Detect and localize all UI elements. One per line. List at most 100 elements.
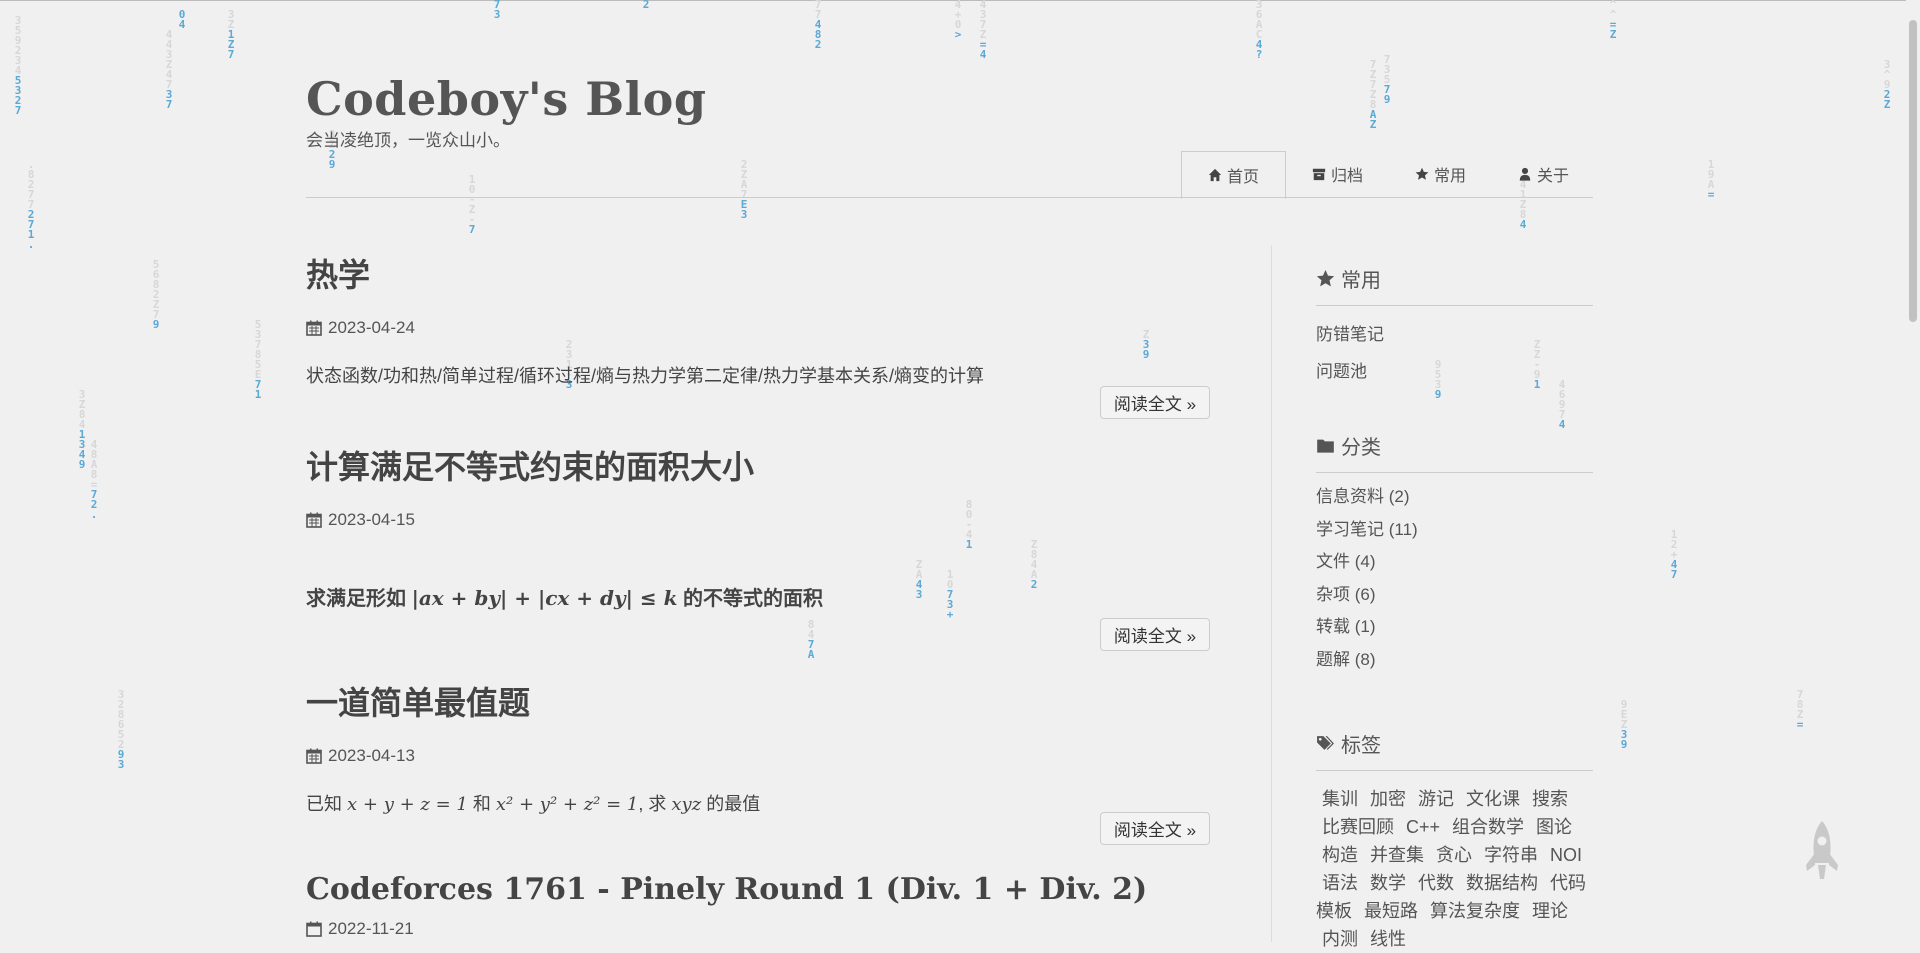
sidebar-divider bbox=[1271, 245, 1272, 942]
category-list: 信息资料 (2) 学习笔记 (11) 文件 (4) 杂项 (6) 转载 (1) … bbox=[1316, 481, 1593, 676]
calendar-icon bbox=[306, 921, 322, 937]
home-icon bbox=[1208, 168, 1222, 182]
tag-link[interactable]: 并查集 bbox=[1370, 845, 1424, 865]
rain-column: 4 8 A 8 = 7 2. bbox=[90, 438, 98, 521]
nav-archive[interactable]: 归档 bbox=[1286, 151, 1389, 197]
tag-link[interactable]: C++ bbox=[1406, 817, 1440, 837]
rain-column: 1 2 +4 7 bbox=[1670, 528, 1678, 581]
site-title[interactable]: Codeboy's Blog bbox=[306, 72, 707, 126]
rain-column: .8277271. bbox=[27, 158, 35, 251]
widget-title: 常用 bbox=[1316, 264, 1593, 306]
tag-link[interactable]: 图论 bbox=[1536, 817, 1572, 837]
post-title[interactable]: 计算满足不等式约束的面积大小 bbox=[306, 442, 1210, 488]
tag-link[interactable]: 算法复杂度 bbox=[1430, 901, 1520, 921]
rain-column: ^ ^ = Z bbox=[1609, 0, 1617, 41]
summary-text: 求满足形如 bbox=[306, 588, 406, 610]
post-date: 2023-04-24 bbox=[306, 318, 1210, 338]
calendar-icon bbox=[306, 748, 322, 764]
post-item: 热学 2023-04-24 状态函数/功和热/简单过程/循环过程/熵与热力学第二… bbox=[306, 250, 1210, 420]
tag-link[interactable]: 理论 bbox=[1532, 901, 1568, 921]
nav-common[interactable]: 常用 bbox=[1389, 151, 1492, 197]
nav-archive-label: 归档 bbox=[1331, 168, 1364, 185]
tag-link[interactable]: 比赛回顾 bbox=[1322, 817, 1394, 837]
page-scrollbar[interactable] bbox=[1906, 0, 1920, 942]
math-expression: x² + y² + z² = 1 bbox=[495, 794, 639, 815]
category-item[interactable]: 杂项 (6) bbox=[1316, 579, 1593, 612]
tag-link[interactable]: 最短路 bbox=[1364, 901, 1418, 921]
tag-link[interactable]: 贪心 bbox=[1436, 845, 1472, 865]
scrollbar-thumb[interactable] bbox=[1909, 20, 1917, 322]
top-border bbox=[0, 0, 1920, 1]
nav-about[interactable]: 关于 bbox=[1492, 151, 1595, 197]
post-summary: 状态函数/功和热/简单过程/循环过程/熵与热力学第二定律/热力学基本关系/熵变的… bbox=[306, 366, 985, 386]
read-more-button[interactable]: 阅读全文 » bbox=[1100, 618, 1210, 651]
post-title[interactable]: 一道简单最值题 bbox=[306, 678, 1210, 724]
post-item: Codeforces 1761 - Pinely Round 1 (Div. 1… bbox=[306, 872, 1210, 942]
tag-link[interactable]: 构造 bbox=[1322, 845, 1358, 865]
tag-link[interactable]: 搜索 bbox=[1532, 789, 1568, 809]
tag-link[interactable]: 语法 bbox=[1322, 873, 1358, 893]
rain-column: 3Z841349 bbox=[78, 388, 86, 471]
category-item[interactable]: 文件 (4) bbox=[1316, 546, 1593, 579]
rain-column: 3 6 A C 4? bbox=[1255, 0, 1263, 61]
rain-column: 2ZA7E3 bbox=[740, 158, 748, 221]
tag-link[interactable]: 数据结构 bbox=[1466, 873, 1538, 893]
folder-icon bbox=[1317, 439, 1334, 453]
tag-link[interactable]: 字符串 bbox=[1484, 845, 1538, 865]
tag-link[interactable]: 集训 bbox=[1322, 789, 1358, 809]
post-summary: 求满足形如 |ax + by| + |cx + dy| ≤ k 的不等式的面积 bbox=[306, 582, 1210, 611]
tag-link[interactable]: 文化课 bbox=[1466, 789, 1520, 809]
tag-link[interactable]: 线性 bbox=[1370, 929, 1406, 949]
nav-home-label: 首页 bbox=[1227, 169, 1260, 186]
tag-link[interactable]: 代数 bbox=[1418, 873, 1454, 893]
rain-column: 5682Z79 bbox=[152, 258, 160, 331]
rain-column: 4 +0 > bbox=[954, 0, 962, 41]
tag-link[interactable]: 数学 bbox=[1370, 873, 1406, 893]
tag-link[interactable]: 游记 bbox=[1418, 789, 1454, 809]
post-title[interactable]: Codeforces 1761 - Pinely Round 1 (Div. 1… bbox=[306, 872, 1210, 907]
calendar-icon bbox=[306, 512, 322, 528]
category-item[interactable]: 题解 (8) bbox=[1316, 644, 1593, 677]
category-item[interactable]: 转载 (1) bbox=[1316, 611, 1593, 644]
read-more-button[interactable]: 阅读全文 » bbox=[1100, 812, 1210, 845]
post-date: 2023-04-13 bbox=[306, 746, 1210, 766]
rain-column: 73 bbox=[493, 0, 501, 21]
widget-tags: 标签 集训 加密 游记 文化课 搜索比赛回顾 C++ 组合数学 图论构造 并查集 贪心 字符串 NOI… bbox=[1316, 729, 1593, 953]
read-more-button[interactable]: 阅读全文 » bbox=[1100, 386, 1210, 419]
summary-text: 的不等式的面积 bbox=[683, 588, 824, 610]
summary-text: , 求 bbox=[638, 794, 667, 814]
post-date-text: 2023-04-13 bbox=[328, 746, 415, 765]
tag-link[interactable]: 加密 bbox=[1370, 789, 1406, 809]
rain-column: 4 3 7 Z = 4 bbox=[979, 0, 987, 61]
math-expression: x + y + z = 1 bbox=[347, 794, 468, 815]
nav-home[interactable]: 首页 bbox=[1181, 151, 1287, 199]
widget-title: 分类 bbox=[1316, 431, 1593, 473]
category-item[interactable]: 学习笔记 (11) bbox=[1316, 514, 1593, 547]
tag-link[interactable]: 组合数学 bbox=[1452, 817, 1524, 837]
category-item[interactable]: 信息资料 (2) bbox=[1316, 481, 1593, 514]
math-expression: |ax + by| + |cx + dy| ≤ k bbox=[411, 586, 678, 610]
widget-title: 标签 bbox=[1316, 729, 1593, 771]
math-expression: xyz bbox=[671, 794, 702, 815]
post-date-text: 2023-04-24 bbox=[328, 318, 415, 337]
post-date: 2022-11-21 bbox=[306, 919, 1210, 939]
widget-title-text: 标签 bbox=[1341, 735, 1381, 757]
common-link[interactable]: 防错笔记 bbox=[1316, 316, 1593, 353]
widget-categories: 分类 信息资料 (2) 学习笔记 (11) 文件 (4) 杂项 (6) 转载 (… bbox=[1316, 431, 1593, 676]
post-item: 计算满足不等式约束的面积大小 2023-04-15 求满足形如 |ax + by… bbox=[306, 442, 1210, 662]
post-item: 一道简单最值题 2023-04-13 已知 x + y + z = 1 和 x²… bbox=[306, 678, 1210, 848]
tag-link[interactable]: 内测 bbox=[1322, 929, 1358, 949]
widget-title-text: 分类 bbox=[1341, 437, 1381, 459]
rain-column: 9EZ39 bbox=[1620, 698, 1628, 751]
rocket-icon[interactable] bbox=[1801, 819, 1843, 883]
nav-common-label: 常用 bbox=[1434, 168, 1467, 185]
post-title[interactable]: 热学 bbox=[306, 250, 1210, 296]
common-link[interactable]: 问题池 bbox=[1316, 353, 1593, 390]
user-icon bbox=[1519, 167, 1531, 181]
tag-cloud: 集训 加密 游记 文化课 搜索比赛回顾 C++ 组合数学 图论构造 并查集 贪心 字符串 NOI语法数… bbox=[1316, 785, 1593, 953]
rain-column: 7Z7Z8AZ bbox=[1369, 58, 1377, 131]
summary-text: 已知 bbox=[306, 794, 342, 814]
calendar-icon bbox=[306, 320, 322, 336]
tag-link[interactable]: NOI bbox=[1550, 845, 1582, 865]
rain-column: 32865293 bbox=[117, 688, 125, 771]
